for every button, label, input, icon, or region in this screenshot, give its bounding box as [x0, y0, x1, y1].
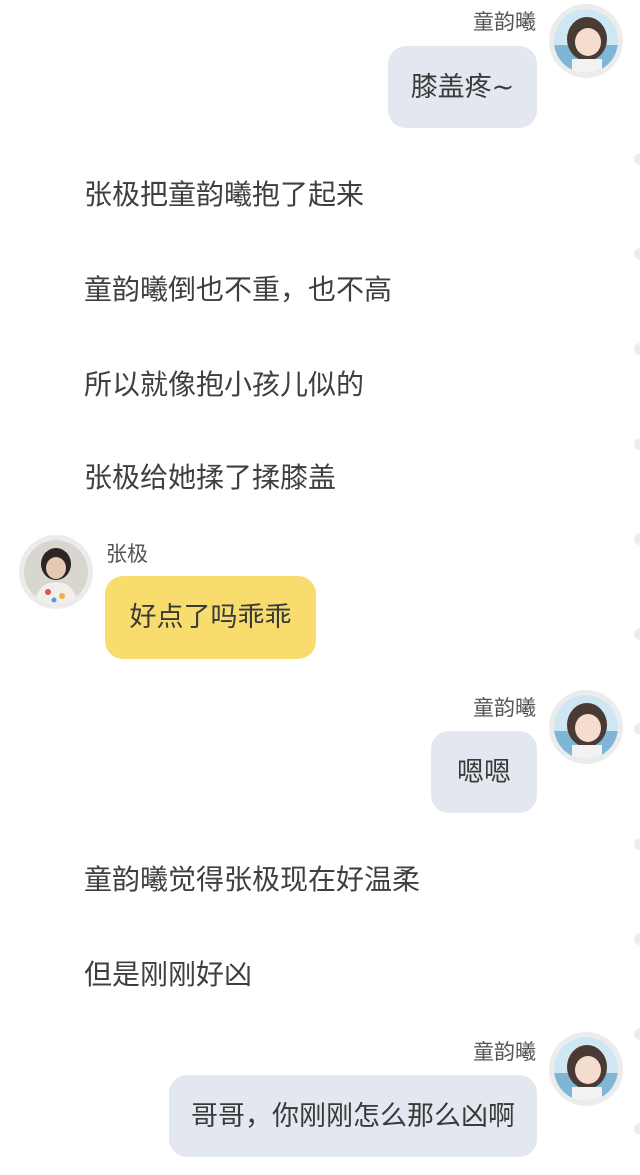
edge-indicator-dot: [634, 153, 640, 165]
message-bubble[interactable]: 膝盖疼~: [388, 46, 537, 128]
message-bubble[interactable]: 嗯嗯: [431, 731, 537, 813]
narration-text: 张极把童韵曦抱了起来: [84, 178, 365, 211]
girl-avatar-icon[interactable]: [549, 690, 623, 764]
edge-indicator-dot: [634, 438, 640, 450]
boy-avatar-icon[interactable]: [19, 535, 93, 609]
edge-indicator-dot: [634, 1123, 640, 1135]
edge-indicator-dot: [634, 533, 640, 545]
sender-name: 童韵曦: [473, 1040, 536, 1064]
girl-avatar-icon[interactable]: [549, 4, 623, 78]
sender-name: 张极: [106, 542, 148, 566]
sender-name: 童韵曦: [473, 10, 536, 34]
edge-indicator-dot: [634, 343, 640, 355]
edge-indicator-dot: [634, 933, 640, 945]
edge-indicator-dot: [634, 838, 640, 850]
narration-text: 童韵曦倒也不重，也不高: [84, 273, 393, 306]
edge-indicator-dot: [634, 628, 640, 640]
message-bubble[interactable]: 好点了吗乖乖: [105, 576, 316, 659]
edge-indicator-dot: [634, 723, 640, 735]
edge-indicator-dot: [634, 248, 640, 260]
sender-name: 童韵曦: [473, 696, 536, 720]
message-bubble[interactable]: 哥哥，你刚刚怎么那么凶啊: [169, 1075, 537, 1157]
narration-text: 张极给她揉了揉膝盖: [84, 461, 337, 494]
narration-text: 所以就像抱小孩儿似的: [84, 368, 365, 401]
narration-text: 但是刚刚好凶: [84, 958, 253, 991]
edge-indicator-dot: [634, 1028, 640, 1040]
girl-avatar-icon[interactable]: [549, 1032, 623, 1106]
narration-text: 童韵曦觉得张极现在好温柔: [84, 863, 421, 896]
